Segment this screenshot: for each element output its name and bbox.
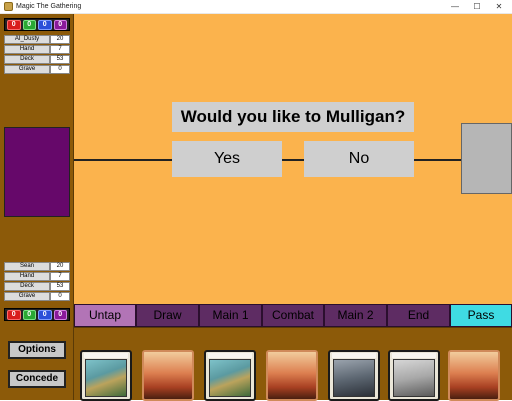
- title-bar: Magic The Gathering — ☐ ✕: [0, 0, 512, 14]
- card-art: [144, 352, 192, 399]
- phase-end[interactable]: End: [387, 304, 450, 327]
- player-life: 20: [50, 262, 70, 271]
- mana-red: 0: [7, 310, 21, 320]
- mana-green: 0: [22, 20, 36, 30]
- stat-row: Grave 0: [4, 65, 70, 74]
- hand-card[interactable]: [80, 350, 132, 401]
- hand-card[interactable]: [448, 350, 500, 401]
- player-stats: Sean 20 Hand 7 Deck 53 Grave 0: [4, 262, 70, 302]
- opponent-life: 20: [50, 35, 70, 44]
- phase-main-2[interactable]: Main 2: [324, 304, 387, 327]
- battlefield-divider: [74, 159, 512, 161]
- mana-green: 0: [22, 310, 36, 320]
- stat-label: Hand: [4, 272, 50, 281]
- hand-card[interactable]: [328, 350, 380, 401]
- pass-button[interactable]: Pass: [450, 304, 512, 327]
- phase-draw[interactable]: Draw: [136, 304, 199, 327]
- mana-purple: 0: [53, 20, 67, 30]
- stat-row: Deck 53: [4, 55, 70, 64]
- card-title-bar: [332, 353, 376, 358]
- stat-label: Grave: [4, 292, 50, 301]
- card-art: [393, 359, 435, 397]
- phase-bar: Untap Draw Main 1 Combat Main 2 End Pass: [74, 304, 512, 327]
- minimize-button[interactable]: —: [444, 0, 466, 14]
- no-button[interactable]: No: [304, 141, 414, 177]
- card-art: [333, 359, 375, 397]
- card-title-bar: [208, 353, 252, 358]
- app-icon: [4, 2, 13, 11]
- opponent-mana-pool: 0 0 0 0: [4, 18, 70, 31]
- opponent-stats: AI_Dusty 20 Hand 7 Deck 53 Grave 0: [4, 35, 70, 75]
- phase-main-1[interactable]: Main 1: [199, 304, 262, 327]
- maximize-button[interactable]: ☐: [466, 0, 488, 14]
- stat-row: Sean 20: [4, 262, 70, 271]
- phase-combat[interactable]: Combat: [262, 304, 324, 327]
- stat-row: Hand 7: [4, 272, 70, 281]
- stat-label: Deck: [4, 55, 50, 64]
- card-title-bar: [392, 353, 436, 358]
- hand-card[interactable]: [142, 350, 194, 401]
- mana-purple: 0: [53, 310, 67, 320]
- stat-row: Deck 53: [4, 282, 70, 291]
- hand-card[interactable]: [204, 350, 256, 401]
- card-art: [85, 359, 127, 397]
- player-mana-pool: 0 0 0 0: [4, 308, 70, 321]
- concede-button[interactable]: Concede: [8, 370, 66, 388]
- player-hand: [74, 327, 512, 401]
- stat-label: Grave: [4, 65, 50, 74]
- stat-label: Hand: [4, 45, 50, 54]
- player-deck-count: 53: [50, 282, 70, 291]
- hand-card[interactable]: [388, 350, 440, 401]
- stat-label: Deck: [4, 282, 50, 291]
- player-hand-count: 7: [50, 272, 70, 281]
- player-name: Sean: [4, 262, 50, 271]
- card-title-bar: [84, 353, 128, 358]
- opponent-grave-count: 0: [50, 65, 70, 74]
- opponent-hand-count: 7: [50, 45, 70, 54]
- mulligan-prompt: Would you like to Mulligan?: [172, 102, 414, 132]
- card-art: [209, 359, 251, 397]
- battlefield: Would you like to Mulligan? Yes No: [74, 14, 512, 304]
- mana-red: 0: [7, 20, 21, 30]
- mana-blue: 0: [38, 20, 52, 30]
- stack-zone: [461, 123, 512, 194]
- game-window: Magic The Gathering — ☐ ✕ 0 0 0 0 AI_Dus…: [0, 0, 512, 401]
- mana-blue: 0: [38, 310, 52, 320]
- close-button[interactable]: ✕: [488, 0, 510, 14]
- player-info-panel: 0 0 0 0 AI_Dusty 20 Hand 7 Deck 53 Grave…: [0, 14, 74, 400]
- phase-untap[interactable]: Untap: [74, 304, 136, 327]
- hand-card[interactable]: [266, 350, 318, 401]
- stat-row: Grave 0: [4, 292, 70, 301]
- stat-row: Hand 7: [4, 45, 70, 54]
- window-title: Magic The Gathering: [16, 3, 82, 10]
- opponent-portrait[interactable]: [4, 127, 70, 217]
- card-art: [268, 352, 316, 399]
- stat-row: AI_Dusty 20: [4, 35, 70, 44]
- yes-button[interactable]: Yes: [172, 141, 282, 177]
- card-art: [450, 352, 498, 399]
- opponent-deck-count: 53: [50, 55, 70, 64]
- options-button[interactable]: Options: [8, 341, 66, 359]
- opponent-name: AI_Dusty: [4, 35, 50, 44]
- player-grave-count: 0: [50, 292, 70, 301]
